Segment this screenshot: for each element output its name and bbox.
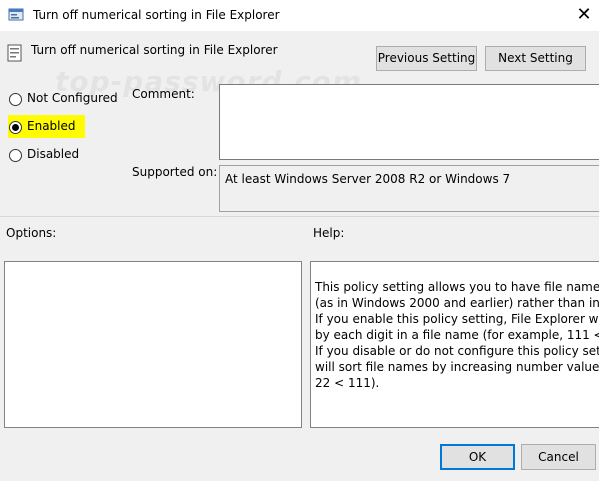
supported-on-field: At least Windows Server 2008 R2 or Windo… — [219, 165, 599, 212]
previous-setting-button[interactable]: Previous Setting — [376, 46, 477, 71]
radio-circle-icon — [9, 149, 22, 162]
supported-on-value: At least Windows Server 2008 R2 or Windo… — [225, 172, 511, 186]
title-bar: Turn off numerical sorting in File Explo… — [0, 0, 599, 31]
divider — [0, 216, 599, 217]
options-label: Options: — [6, 226, 57, 240]
supported-on-label: Supported on: — [132, 165, 218, 179]
close-icon[interactable]: ✕ — [573, 4, 595, 26]
ok-button[interactable]: OK — [440, 444, 515, 470]
options-panel[interactable] — [4, 261, 302, 428]
policy-app-icon — [8, 8, 24, 21]
policy-title: Turn off numerical sorting in File Explo… — [31, 43, 278, 57]
comment-label: Comment: — [132, 87, 195, 101]
next-setting-button[interactable]: Next Setting — [485, 46, 586, 71]
radio-label: Disabled — [27, 147, 80, 161]
radio-circle-selected-icon — [9, 121, 22, 134]
radio-label: Enabled — [27, 119, 76, 133]
policy-setting-icon — [7, 44, 22, 62]
cancel-button[interactable]: Cancel — [521, 444, 596, 470]
comment-field[interactable] — [219, 84, 599, 160]
help-text: This policy setting allows you to have f… — [315, 280, 599, 390]
window-title: Turn off numerical sorting in File Explo… — [33, 8, 280, 22]
help-panel[interactable]: This policy setting allows you to have f… — [310, 261, 599, 428]
radio-label: Not Configured — [27, 91, 118, 105]
radio-circle-icon — [9, 93, 22, 106]
help-label: Help: — [313, 226, 345, 240]
